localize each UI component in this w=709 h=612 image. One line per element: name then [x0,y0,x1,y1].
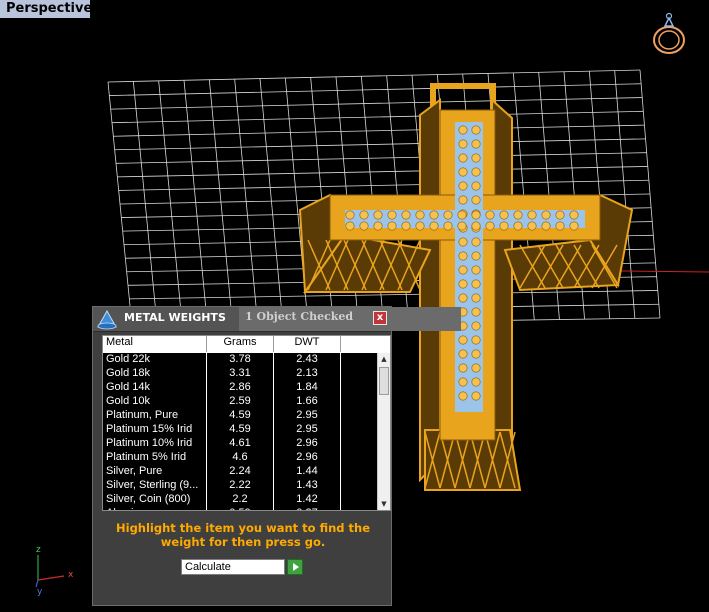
cell-dwt: 2.43 [274,353,341,367]
instruction-text: Highlight the item you want to find the … [116,521,370,549]
panel-titlebar[interactable]: METAL WEIGHTS 1 Object Checked x [93,307,461,332]
cell-metal: Platinum, Pure [103,409,207,423]
cell-grams: 3.78 [207,353,274,367]
cell-dwt: 1.66 [274,395,341,409]
table-row[interactable]: Platinum 15% Irid 4.59 2.95 [103,423,377,437]
cell-grams: 2.59 [207,395,274,409]
cell-dwt: 2.13 [274,367,341,381]
cell-grams: 2.86 [207,381,274,395]
metal-weights-table: Metal Grams DWT Gold 22k 3.78 2.43 Gold 18k… [102,335,391,511]
cell-metal: Silver, Sterling (9... [103,479,207,493]
cell-dwt: 2.95 [274,423,341,437]
scroll-up-arrow-icon[interactable]: ▲ [378,353,390,365]
objects-checked-status: 1 Object Checked [239,307,461,331]
column-header-grams[interactable]: Grams [207,336,274,352]
scroll-thumb[interactable] [379,367,389,395]
cell-metal: Platinum 15% Irid [103,423,207,437]
cell-grams: 4.6 [207,451,274,465]
cell-metal: Gold 18k [103,367,207,381]
close-button[interactable]: x [373,311,387,325]
table-row[interactable]: Platinum 5% Irid 4.6 2.96 [103,451,377,465]
table-row[interactable]: Platinum 10% Irid 4.61 2.96 [103,437,377,451]
cell-dwt: 0.37 [274,507,341,510]
cell-metal: Gold 22k [103,353,207,367]
cell-dwt: 2.96 [274,437,341,451]
cell-dwt: 1.43 [274,479,341,493]
table-row[interactable]: Silver, Pure 2.24 1.44 [103,465,377,479]
cell-grams: 2.2 [207,493,274,507]
table-header: Metal Grams DWT [103,336,390,354]
cell-metal: Aluminum [103,507,207,510]
cell-grams: 2.24 [207,465,274,479]
cell-grams: 2.22 [207,479,274,493]
axis-x-label: x [68,570,74,580]
cell-dwt: 1.44 [274,465,341,479]
table-row[interactable]: Platinum, Pure 4.59 2.95 [103,409,377,423]
ring-view-icon[interactable] [648,10,690,56]
table-row[interactable]: Gold 22k 3.78 2.43 [103,353,377,367]
table-row[interactable]: Gold 10k 2.59 1.66 [103,395,377,409]
cell-metal: Gold 14k [103,381,207,395]
cell-metal: Platinum 5% Irid [103,451,207,465]
table-row[interactable]: Gold 18k 3.31 2.13 [103,367,377,381]
calculate-select[interactable]: Calculate [181,559,285,575]
axis-y-label: y [37,587,43,597]
cell-metal: Gold 10k [103,395,207,409]
cell-grams: 4.59 [207,423,274,437]
viewport-label[interactable]: Perspective [0,0,92,18]
cell-grams: 3.31 [207,367,274,381]
cell-grams: 4.61 [207,437,274,451]
table-row[interactable]: Silver, Coin (800) 2.2 1.42 [103,493,377,507]
cell-metal: Silver, Coin (800) [103,493,207,507]
column-header-metal[interactable]: Metal [103,336,207,352]
beam-left-side [419,98,441,483]
cell-grams: 0.59 [207,507,274,510]
cell-dwt: 1.84 [274,381,341,395]
table-scrollbar[interactable]: ▲ ▼ [377,353,390,510]
table-row[interactable]: Aluminum0.590.37 [103,507,377,510]
app-logo-icon [97,309,117,330]
cell-dwt: 2.96 [274,451,341,465]
table-row[interactable]: Silver, Sterling (9... 2.22 1.43 [103,479,377,493]
scroll-down-arrow-icon[interactable]: ▼ [378,498,390,510]
metal-weights-panel: METAL WEIGHTS 1 Object Checked x Metal G… [92,306,461,606]
cell-dwt: 2.95 [274,409,341,423]
axis-z-label: z [36,545,41,555]
go-button[interactable] [287,559,303,575]
panel-title: METAL WEIGHTS [124,311,226,324]
cell-dwt: 1.42 [274,493,341,507]
column-header-dwt[interactable]: DWT [274,336,341,352]
cell-metal: Platinum 10% Irid [103,437,207,451]
table-row[interactable]: Gold 14k 2.86 1.84 [103,381,377,395]
cell-grams: 4.59 [207,409,274,423]
cell-metal: Silver, Pure [103,465,207,479]
